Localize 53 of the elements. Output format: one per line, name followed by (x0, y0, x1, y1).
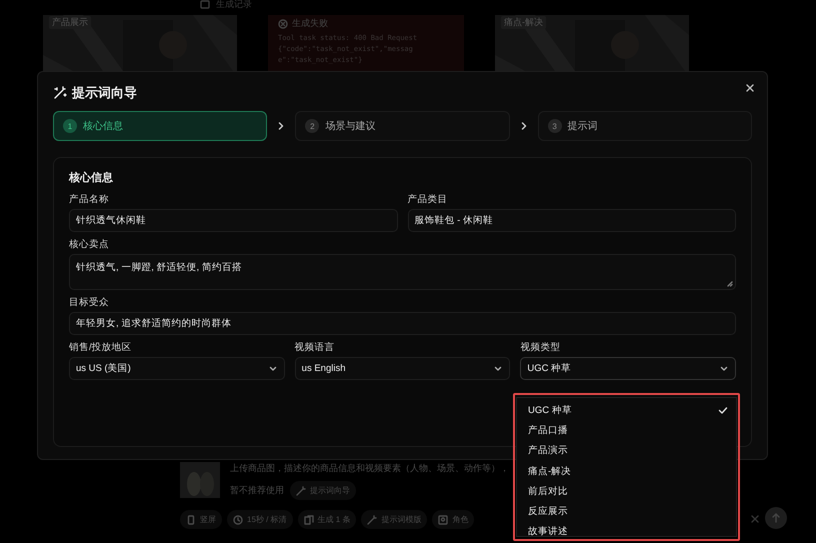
close-icon (750, 514, 760, 524)
close-icon (745, 83, 755, 93)
step-tab[interactable]: 2 场景与建议 (295, 111, 510, 141)
dropdown-field[interactable]: us US (美国) (69, 357, 285, 380)
step-number: 2 (305, 119, 320, 133)
card-tag: 痛点-解决 (501, 16, 546, 29)
step-label: 场景与建议 (325, 120, 376, 133)
error-icon (278, 18, 288, 28)
input-field[interactable]: 针织透气休闲鞋 (69, 209, 398, 232)
folder-icon (200, 0, 210, 9)
menu-item[interactable]: 产品口播 (517, 420, 736, 441)
dropdown-field[interactable]: UGC 种草 (520, 357, 736, 380)
input-field[interactable]: 年轻男女, 追求舒适简约的时尚群体 (69, 312, 736, 335)
field-label: 销售/投放地区 (69, 341, 133, 354)
dropdown-field[interactable]: us English (294, 357, 510, 380)
field-label: 产品类目 (408, 193, 448, 206)
wand-icon (367, 514, 378, 524)
field-label: 核心卖点 (69, 238, 110, 251)
menu-item[interactable]: 前后对比 (517, 481, 736, 502)
resize-handle-icon (727, 281, 733, 287)
step-number: 3 (548, 119, 562, 133)
menu-item[interactable]: 故事讲述 (517, 522, 736, 542)
dropdown-value: UGC 种草 (527, 362, 572, 375)
menu-item[interactable]: UGC 种草 (517, 400, 736, 420)
prompt-text: 上传商品图，描述你的商品信息和视频要素（人物、场景、动作等）， (230, 462, 510, 475)
user-icon (438, 514, 448, 524)
dropdown-value: us English (302, 363, 346, 374)
menu-item[interactable]: 反应展示 (517, 501, 736, 522)
step-tab[interactable]: 3 提示词 (538, 111, 752, 141)
field-label: 产品名称 (69, 193, 110, 206)
field-label: 视频语言 (294, 341, 336, 354)
menu-item[interactable]: 痛点-解决 (517, 460, 736, 482)
error-title: 生成失败 (292, 17, 328, 30)
wand-icon (296, 486, 306, 496)
input-field[interactable]: 服饰鞋包 - 休闲鞋 (408, 209, 736, 232)
step-number: 1 (63, 119, 77, 133)
text-area[interactable]: 针织透气, 一脚蹬, 舒适轻便, 简约百搭 (69, 254, 736, 290)
wand-icon (53, 86, 67, 100)
card-tag: 产品展示 (49, 16, 91, 29)
section-title: 核心信息 (69, 170, 114, 185)
field-label: 目标受众 (69, 296, 110, 309)
copy-icon (304, 514, 314, 524)
note-text: 暂不推荐使用 (230, 484, 284, 497)
clock-icon (233, 514, 243, 524)
field-label: 视频类型 (520, 341, 562, 354)
menu-item[interactable]: 产品演示 (517, 440, 736, 461)
dialog-title: 提示词向导 (72, 84, 137, 102)
phone-icon (186, 514, 196, 524)
step-label: 提示词 (568, 120, 598, 133)
dropdown-value: us US (美国) (76, 362, 131, 375)
arrow-up-icon (771, 513, 781, 523)
step-label: 核心信息 (83, 120, 123, 133)
step-tab[interactable]: 1 核心信息 (53, 111, 268, 141)
